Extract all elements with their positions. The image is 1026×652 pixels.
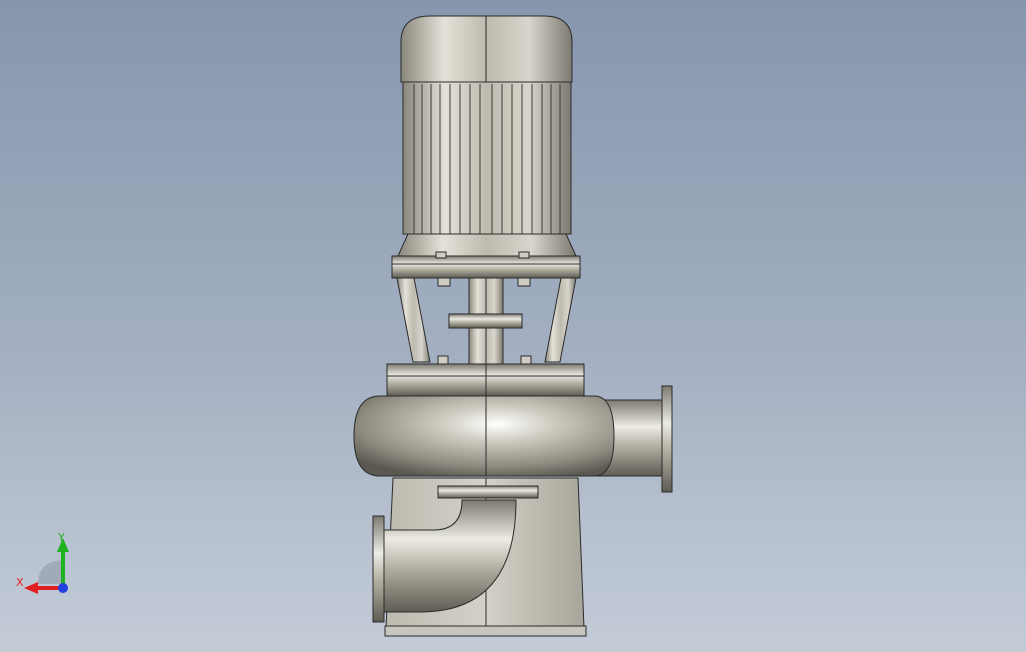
graphics-viewport[interactable]: X Y [0,0,1026,652]
x-axis-label: X [16,576,24,589]
pump-model-icon[interactable] [0,0,1026,652]
y-axis-label: Y [58,531,65,544]
coordinate-triad-icon [24,538,69,594]
